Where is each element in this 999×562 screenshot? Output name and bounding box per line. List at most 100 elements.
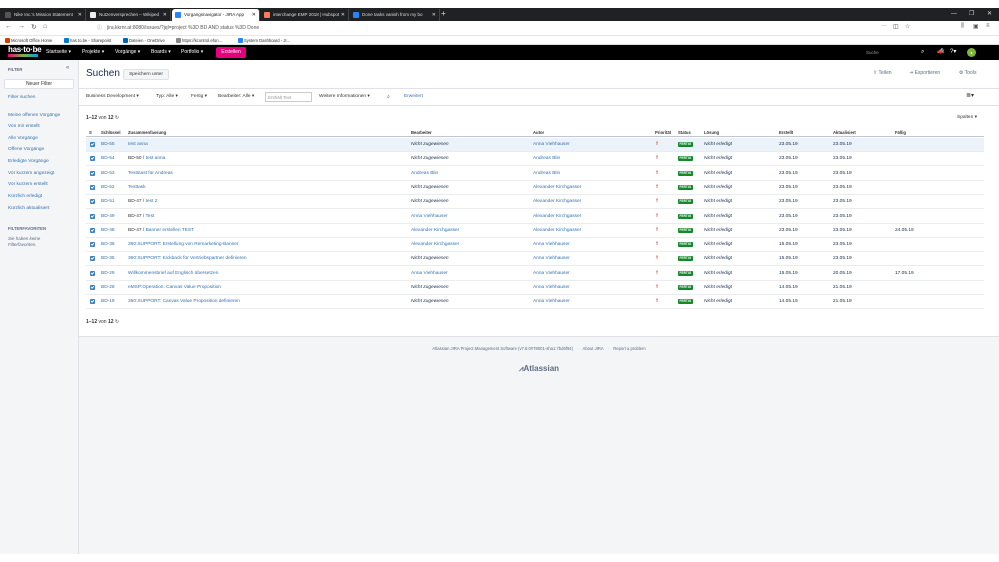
menu-projekte[interactable]: Projekte ▾ (82, 45, 104, 60)
issue-key[interactable]: BD-36 (101, 238, 115, 252)
search-filters-link[interactable]: Filter suchen (8, 95, 35, 100)
header-reporter[interactable]: Autor (533, 128, 544, 137)
bookmark-item[interactable]: has.to.be - Sharepoint (64, 36, 111, 45)
table-row[interactable]: BD-49 BD-47 / Test Anna Viehhauser Alexande… (86, 210, 984, 224)
filter-link[interactable]: Meine offenen Vorgänge (8, 113, 60, 118)
close-icon[interactable]: ✕ (163, 9, 167, 21)
more-criteria[interactable]: Weitere Informationen ▾ (319, 94, 370, 99)
search-icon[interactable]: ⌕ (387, 94, 390, 100)
reporter-cell[interactable]: Alexander Kirchgasser (533, 195, 581, 209)
issue-summary[interactable]: Willkommensbrief auf Englisch übersetzen (128, 271, 218, 276)
filter-link[interactable]: Kürzlich aktualisiert (8, 206, 49, 211)
assignee-criteria[interactable]: Bearbeiter: Alle ▾ (218, 94, 254, 99)
header-type[interactable]: S (89, 128, 92, 137)
layout-switcher-icon[interactable]: ≣▾ (966, 92, 984, 102)
issue-summary[interactable]: 360:SUPPORT: Canvas Value Proposition de… (128, 299, 240, 304)
export-button[interactable]: ⇥ Exportieren (909, 70, 940, 76)
notifications-icon[interactable]: 📣 (937, 45, 944, 60)
help-icon[interactable]: ?▾ (950, 45, 956, 60)
sidebar-toggle-icon[interactable]: ▣ (973, 23, 979, 30)
issue-key[interactable]: BD-48 (101, 224, 115, 238)
library-icon[interactable]: ⫼ (961, 23, 964, 30)
status-criteria[interactable]: Fertig ▾ (191, 94, 207, 99)
browser-tab[interactable]: Done tasks vanish from my bo ✕ (350, 9, 440, 21)
table-row[interactable]: BD-48 BD-47 / Banner erstellen TEST Alexan… (86, 224, 984, 238)
search-icon[interactable]: ⌕ (921, 45, 924, 60)
issue-key[interactable]: BD-29 (101, 267, 115, 281)
issue-summary[interactable]: 360:SUPPORT: Kickback für Vertriebspartn… (128, 256, 247, 261)
parent-key[interactable]: BD-50 / (128, 156, 144, 161)
table-row[interactable]: BD-55 test anna Nicht zugewiesen Anna Viehh… (86, 138, 984, 152)
company-logo[interactable]: has·to·be (8, 46, 42, 54)
menu-hamburger-icon[interactable]: ≡ (986, 23, 990, 29)
collapse-icon[interactable]: « (66, 65, 69, 71)
table-row[interactable]: BD-52 Testtask Nicht zugewiesen Alexander K… (86, 181, 984, 195)
issue-key[interactable]: BD-55 (101, 138, 115, 152)
close-icon[interactable]: ✕ (78, 9, 82, 21)
reporter-cell[interactable]: Andreas Blin (533, 167, 560, 181)
issue-summary[interactable]: 360:SUPPORT: Erstellung von Remarketing-… (128, 242, 239, 247)
reporter-cell[interactable]: Anna Viehhauser (533, 295, 570, 309)
close-icon[interactable]: ✕ (252, 9, 256, 21)
reporter-cell[interactable]: Anna Viehhauser (533, 238, 570, 252)
bookmark-item[interactable]: System Dashboard - JI... (238, 36, 290, 45)
header-status[interactable]: Status (678, 128, 691, 137)
reporter-cell[interactable]: Alexander Kirchgasser (533, 210, 581, 224)
back-arrow-icon[interactable]: ← (5, 23, 12, 30)
project-criteria[interactable]: Business Development ▾ (86, 94, 139, 99)
assignee-cell[interactable]: Alexander Kirchgasser (411, 224, 459, 238)
new-filter-button[interactable]: Neuer Filter (4, 79, 74, 89)
menu-portfolio[interactable]: Portfolio ▾ (181, 45, 203, 60)
more-dots-icon[interactable]: ··· (881, 23, 887, 29)
close-icon[interactable]: ✕ (341, 9, 345, 21)
table-row[interactable]: BD-54 BD-50 / test anna Nicht zugewiesen An… (86, 152, 984, 167)
issue-summary[interactable]: eMSP:Operation: Canvas Value Proposition (128, 285, 221, 290)
filter-link[interactable]: Von mir erstellt (8, 124, 40, 129)
table-row[interactable]: BD-28 eMSP:Operation: Canvas Value Propos… (86, 281, 984, 295)
share-button[interactable]: ⇪ Teilen (873, 70, 892, 76)
filter-link[interactable]: Vor kurzem erstellt (8, 182, 48, 187)
header-summary[interactable]: Zusammenfassung (128, 128, 166, 137)
menu-startseite[interactable]: Startseite ▾ (46, 45, 71, 60)
header-updated[interactable]: Aktualisiert (833, 128, 856, 137)
menu-boards[interactable]: Boards ▾ (151, 45, 171, 60)
window-close-icon[interactable]: ✕ (987, 8, 992, 20)
close-icon[interactable]: ✕ (432, 9, 436, 21)
table-row[interactable]: BD-36 360:SUPPORT: Erstellung von Remarke… (86, 238, 984, 253)
issue-key[interactable]: BD-35 (101, 252, 115, 266)
filter-link[interactable]: Offene Vorgänge (8, 147, 44, 152)
about-link[interactable]: About JIRA (583, 346, 604, 351)
reporter-cell[interactable]: Anna Viehhauser (533, 267, 570, 281)
filter-link[interactable]: Alle Vorgänge (8, 136, 38, 141)
new-tab-plus-icon[interactable]: + (441, 8, 446, 20)
parent-key[interactable]: BD-47 / (128, 214, 144, 219)
parent-key[interactable]: BD-47 / (128, 228, 144, 233)
table-row[interactable]: BD-19 360:SUPPORT: Canvas Value Propositi… (86, 295, 984, 310)
address-bar[interactable]: ⓘ jira.kkrnr.at:8080/issues/?jql=project… (97, 24, 907, 33)
header-priority[interactable]: Priorität (655, 128, 671, 137)
save-as-button[interactable]: Speichern unter (123, 69, 169, 80)
issue-summary[interactable]: Teststast für Andreas (128, 171, 173, 176)
reporter-cell[interactable]: Alexander Kirchgasser (533, 181, 581, 195)
atlassian-logo[interactable]: ⩘Atlassian (79, 364, 999, 374)
reporter-cell[interactable]: Anna Viehhauser (533, 138, 570, 152)
bookmark-item[interactable]: Microsoft Office Home (5, 36, 52, 45)
table-row[interactable]: BD-53 Teststast für Andreas Andreas Blin An… (86, 167, 984, 181)
table-row[interactable]: BD-51 BD-47 / test 2 Nicht zugewiesen Alexa… (86, 195, 984, 210)
star-icon[interactable]: ☆ (905, 23, 910, 30)
issue-key[interactable]: BD-52 (101, 181, 115, 195)
filter-link[interactable]: Vor kurzem angezeigt (8, 171, 54, 176)
header-due[interactable]: Fällig (895, 128, 906, 137)
text-search-input[interactable]: Enthält Text (265, 92, 312, 102)
issue-summary[interactable]: test 2 (146, 199, 158, 204)
header-key[interactable]: Schlüssel (101, 128, 121, 137)
type-criteria[interactable]: Typ: Alle ▾ (156, 94, 178, 99)
avatar[interactable]: ● (967, 48, 976, 57)
reporter-cell[interactable]: Anna Viehhauser (533, 281, 570, 295)
reload-icon[interactable]: ↻ (31, 23, 37, 31)
issue-key[interactable]: BD-49 (101, 210, 115, 224)
browser-tab[interactable]: Nike Inc.'s Mission Statement ✕ (2, 9, 86, 21)
issue-summary[interactable]: Testtask (128, 185, 146, 190)
table-row[interactable]: BD-35 360:SUPPORT: Kickback für Vertriebs… (86, 252, 984, 267)
header-assignee[interactable]: Bearbeiter (411, 128, 432, 137)
